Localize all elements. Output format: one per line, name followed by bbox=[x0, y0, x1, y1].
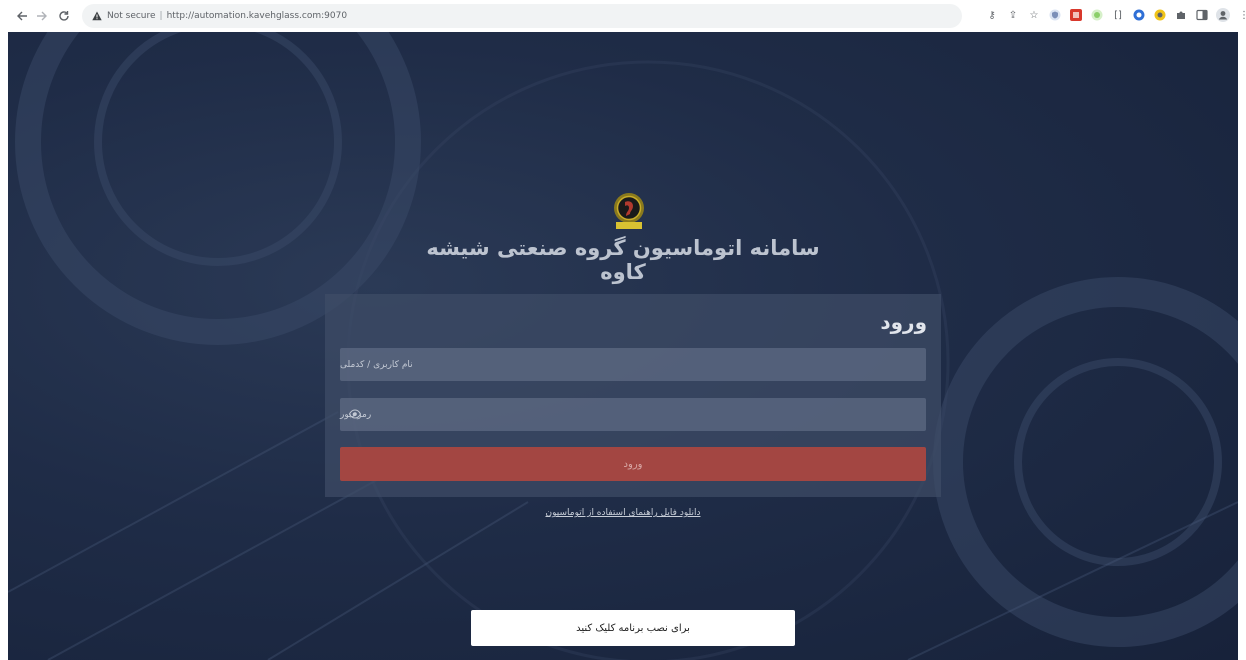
back-button[interactable] bbox=[12, 6, 32, 26]
green-extension-icon[interactable] bbox=[1090, 8, 1104, 22]
login-button[interactable]: ورود bbox=[340, 447, 926, 481]
install-app-label: برای نصب برنامه کلیک کنید bbox=[576, 622, 690, 634]
eye-icon[interactable] bbox=[349, 409, 361, 419]
key-icon[interactable]: ⚷ bbox=[985, 8, 999, 22]
login-page: سامانه اتوماسیون گروه صنعتی شیشه کاوه ور… bbox=[8, 32, 1238, 660]
extension-bar: ⚷ ⇪ ☆ [] ⋮ bbox=[985, 8, 1246, 22]
bracket-extension-icon[interactable]: [] bbox=[1111, 8, 1125, 22]
red-extension-icon[interactable] bbox=[1069, 8, 1083, 22]
blue-extension-icon[interactable] bbox=[1132, 8, 1146, 22]
login-button-label: ورود bbox=[623, 458, 643, 470]
reload-icon bbox=[59, 11, 69, 21]
logo-emblem bbox=[614, 193, 644, 229]
yellow-extension-icon[interactable] bbox=[1153, 8, 1167, 22]
share-icon[interactable]: ⇪ bbox=[1006, 8, 1020, 22]
url-text: http://automation.kavehglass.com:9070 bbox=[166, 11, 348, 21]
profile-icon[interactable] bbox=[1216, 8, 1230, 22]
download-guide-link[interactable]: دانلود فایل راهنمای استفاده از اتوماسیون bbox=[423, 508, 823, 518]
login-card: ورود نام کاربری / کدملی رمزعبور ورود bbox=[325, 294, 941, 497]
forward-button[interactable] bbox=[32, 6, 52, 26]
shield-extension-icon[interactable] bbox=[1048, 8, 1062, 22]
warning-icon bbox=[92, 11, 102, 21]
puzzle-icon[interactable] bbox=[1174, 8, 1188, 22]
reload-button[interactable] bbox=[54, 6, 74, 26]
browser-toolbar: Not secure | http://automation.kavehglas… bbox=[0, 0, 1246, 32]
sidepanel-icon[interactable] bbox=[1195, 8, 1209, 22]
security-label: Not secure bbox=[107, 11, 156, 21]
username-placeholder: نام کاربری / کدملی bbox=[340, 359, 413, 370]
login-heading: ورود bbox=[880, 310, 927, 334]
address-bar[interactable]: Not secure | http://automation.kavehglas… bbox=[82, 4, 962, 28]
star-icon[interactable]: ☆ bbox=[1027, 8, 1041, 22]
menu-icon[interactable]: ⋮ bbox=[1237, 8, 1246, 22]
password-input[interactable]: رمزعبور bbox=[340, 398, 926, 431]
arrow-right-icon bbox=[37, 11, 47, 21]
site-title: سامانه اتوماسیون گروه صنعتی شیشه کاوه bbox=[426, 236, 820, 284]
omnibox-separator: | bbox=[159, 11, 163, 21]
install-app-button[interactable]: برای نصب برنامه کلیک کنید bbox=[471, 610, 795, 646]
username-input[interactable]: نام کاربری / کدملی bbox=[340, 348, 926, 381]
arrow-left-icon bbox=[17, 11, 27, 21]
